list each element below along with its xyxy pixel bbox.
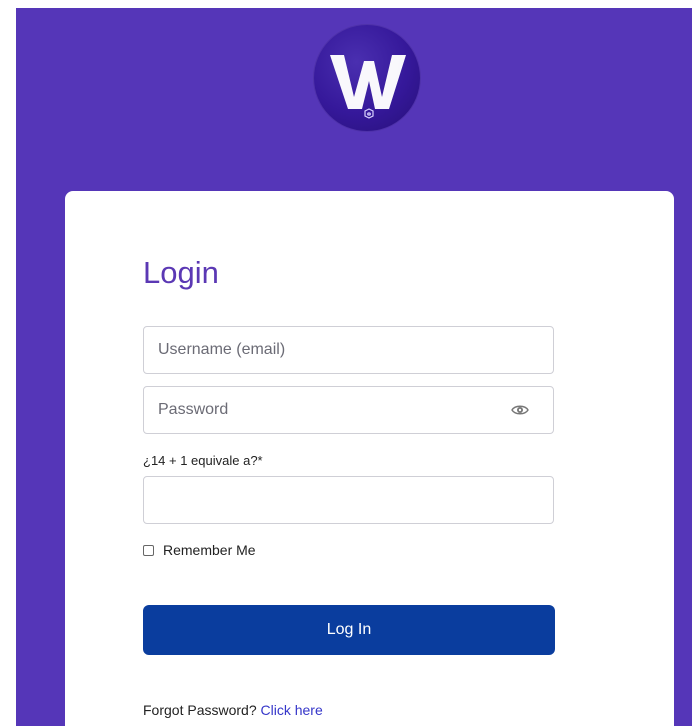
password-field[interactable]	[143, 386, 554, 434]
captcha-label: ¿14 + 1 equivale a?*	[143, 453, 263, 468]
forgot-password-text: Forgot Password?	[143, 702, 257, 718]
username-input[interactable]	[144, 327, 553, 373]
w-logo-icon	[314, 25, 420, 131]
login-card: Login ¿14 + 1 equivale a?* Remember Me L…	[65, 191, 674, 726]
w-logo-glyph	[330, 55, 406, 119]
login-title: Login	[143, 255, 219, 290]
login-page: Login ¿14 + 1 equivale a?* Remember Me L…	[0, 0, 692, 726]
remember-me[interactable]: Remember Me	[143, 542, 256, 558]
password-input[interactable]	[144, 387, 553, 433]
remember-checkbox[interactable]	[143, 544, 154, 556]
username-field[interactable]	[143, 326, 554, 374]
captcha-input[interactable]	[144, 477, 553, 523]
eye-icon[interactable]	[511, 403, 529, 417]
captcha-field[interactable]	[143, 476, 554, 524]
forgot-password-link[interactable]: Click here	[261, 702, 323, 718]
remember-label: Remember Me	[163, 542, 256, 558]
forgot-password-row: Forgot Password? Click here	[143, 702, 323, 718]
login-button[interactable]: Log In	[143, 605, 555, 655]
